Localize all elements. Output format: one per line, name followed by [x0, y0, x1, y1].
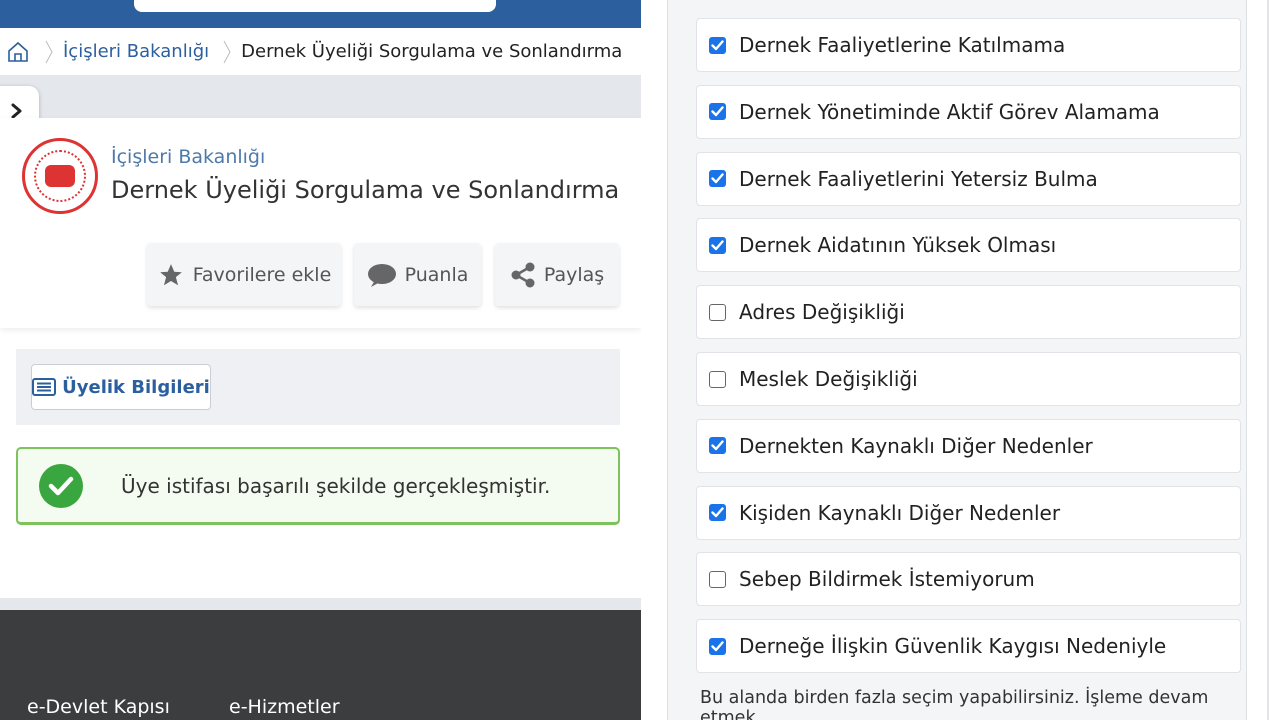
reason-option-label: Derneğe İlişkin Güvenlik Kaygısı Nedeniy… [739, 634, 1167, 659]
panel-gap [641, 0, 667, 720]
reason-option-label: Dernek Aidatının Yüksek Olması [739, 233, 1057, 258]
reason-option-label: Meslek Değişikliği [739, 367, 918, 391]
reason-panel: Dernek Faaliyetlerine Katılmama Dernek Yö… [667, 0, 1247, 720]
breadcrumb: İçişleri Bakanlığı Dernek Üyeliği Sorgul… [0, 28, 641, 75]
checkbox-checked[interactable] [709, 36, 726, 54]
ministry-seal-logo [22, 138, 98, 214]
page-title: Dernek Üyeliği Sorgulama ve Sonlandırma [111, 176, 620, 204]
checkbox-unchecked[interactable] [709, 303, 726, 321]
rate-button[interactable]: Puanla [354, 243, 481, 306]
chevron-right-icon [11, 103, 21, 119]
checkbox-unchecked[interactable] [709, 570, 726, 588]
checkbox-checked[interactable] [709, 637, 726, 655]
breadcrumb-link-ministry[interactable]: İçişleri Bakanlığı [63, 41, 209, 62]
tab-membership-info[interactable]: Üyelik Bilgileri [31, 364, 211, 410]
right-edge [1247, 0, 1280, 720]
reason-option-label: Dernek Yönetiminde Aktif Görev Alamama [739, 99, 1160, 124]
reason-option-label: Dernekten Kaynaklı Diğer Nedenler [739, 433, 1093, 458]
reason-option-label: Adres Değişikliği [739, 300, 905, 325]
footer-divider [0, 598, 641, 610]
home-icon[interactable] [5, 39, 31, 65]
star-icon [159, 263, 182, 285]
success-message: Üye istifası başarılı şekilde gerçekleşm… [121, 473, 551, 498]
reason-option[interactable]: Meslek Değişikliği [696, 352, 1241, 406]
checkbox-checked[interactable] [709, 504, 726, 522]
checkbox-checked[interactable] [709, 103, 726, 121]
comment-icon [367, 263, 396, 287]
chevron-right-icon [223, 39, 231, 65]
footer-link-eservices[interactable]: e-Hizmetler [229, 696, 340, 718]
checkbox-checked[interactable] [709, 236, 726, 254]
favorite-button[interactable]: Favorilere ekle [147, 243, 341, 306]
top-header-bar [0, 0, 641, 28]
footer-link-edevlet[interactable]: e-Devlet Kapısı [27, 696, 170, 718]
reason-option[interactable]: Dernek Yönetiminde Aktif Görev Alamama [696, 84, 1241, 139]
reason-option[interactable]: Kişiden Kaynaklı Diğer Nedenler [696, 485, 1241, 540]
ministry-name: İçişleri Bakanlığı [111, 146, 266, 168]
checkbox-checked[interactable] [709, 437, 726, 455]
reason-option[interactable]: Dernek Faaliyetlerini Yetersiz Bulma [696, 151, 1241, 206]
share-button[interactable]: Paylaş [495, 243, 619, 306]
service-header-card: İçişleri Bakanlığı Dernek Üyeliği Sorgul… [0, 118, 641, 328]
rate-label: Puanla [404, 263, 469, 286]
reason-option[interactable]: Adres Değişikliği [696, 285, 1241, 340]
reason-option-label: Kişiden Kaynaklı Diğer Nedenler [739, 500, 1061, 525]
reason-option[interactable]: Dernek Aidatının Yüksek Olması [696, 218, 1241, 273]
grey-band [0, 75, 641, 118]
tab-panel: Üyelik Bilgileri [16, 349, 620, 425]
search-box[interactable] [134, 0, 496, 12]
checkbox-unchecked[interactable] [709, 370, 726, 388]
reason-option-label: Dernek Faaliyetlerini Yetersiz Bulma [739, 166, 1098, 191]
breadcrumb-current: Dernek Üyeliği Sorgulama ve Sonlandırma [241, 41, 623, 62]
left-panel: İçişleri Bakanlığı Dernek Üyeliği Sorgul… [0, 0, 641, 720]
check-circle-icon [39, 463, 83, 508]
reason-option[interactable]: Dernekten Kaynaklı Diğer Nedenler [696, 418, 1241, 473]
reason-option-label: Dernek Faaliyetlerine Katılmama [739, 33, 1066, 57]
list-icon [32, 378, 57, 396]
footer: e-Devlet Kapısı e-Hizmetler [0, 610, 641, 720]
reason-option[interactable]: Derneğe İlişkin Güvenlik Kaygısı Nedeniy… [696, 619, 1241, 674]
share-icon [511, 262, 535, 287]
chevron-right-icon [45, 39, 53, 65]
reason-option-label: Sebep Bildirmek İstemiyorum [739, 567, 1035, 592]
favorite-label: Favorilere ekle [192, 263, 332, 286]
multi-select-note: Bu alanda birden fazla seçim yapabilirsi… [700, 688, 1209, 720]
checkbox-checked[interactable] [709, 170, 726, 188]
reason-option[interactable]: Dernek Faaliyetlerine Katılmama [696, 18, 1241, 72]
tab-membership-info-label: Üyelik Bilgileri [62, 376, 210, 398]
reason-option[interactable]: Sebep Bildirmek İstemiyorum [696, 552, 1241, 607]
share-label: Paylaş [543, 263, 605, 286]
success-alert: Üye istifası başarılı şekilde gerçekleşm… [16, 447, 620, 525]
